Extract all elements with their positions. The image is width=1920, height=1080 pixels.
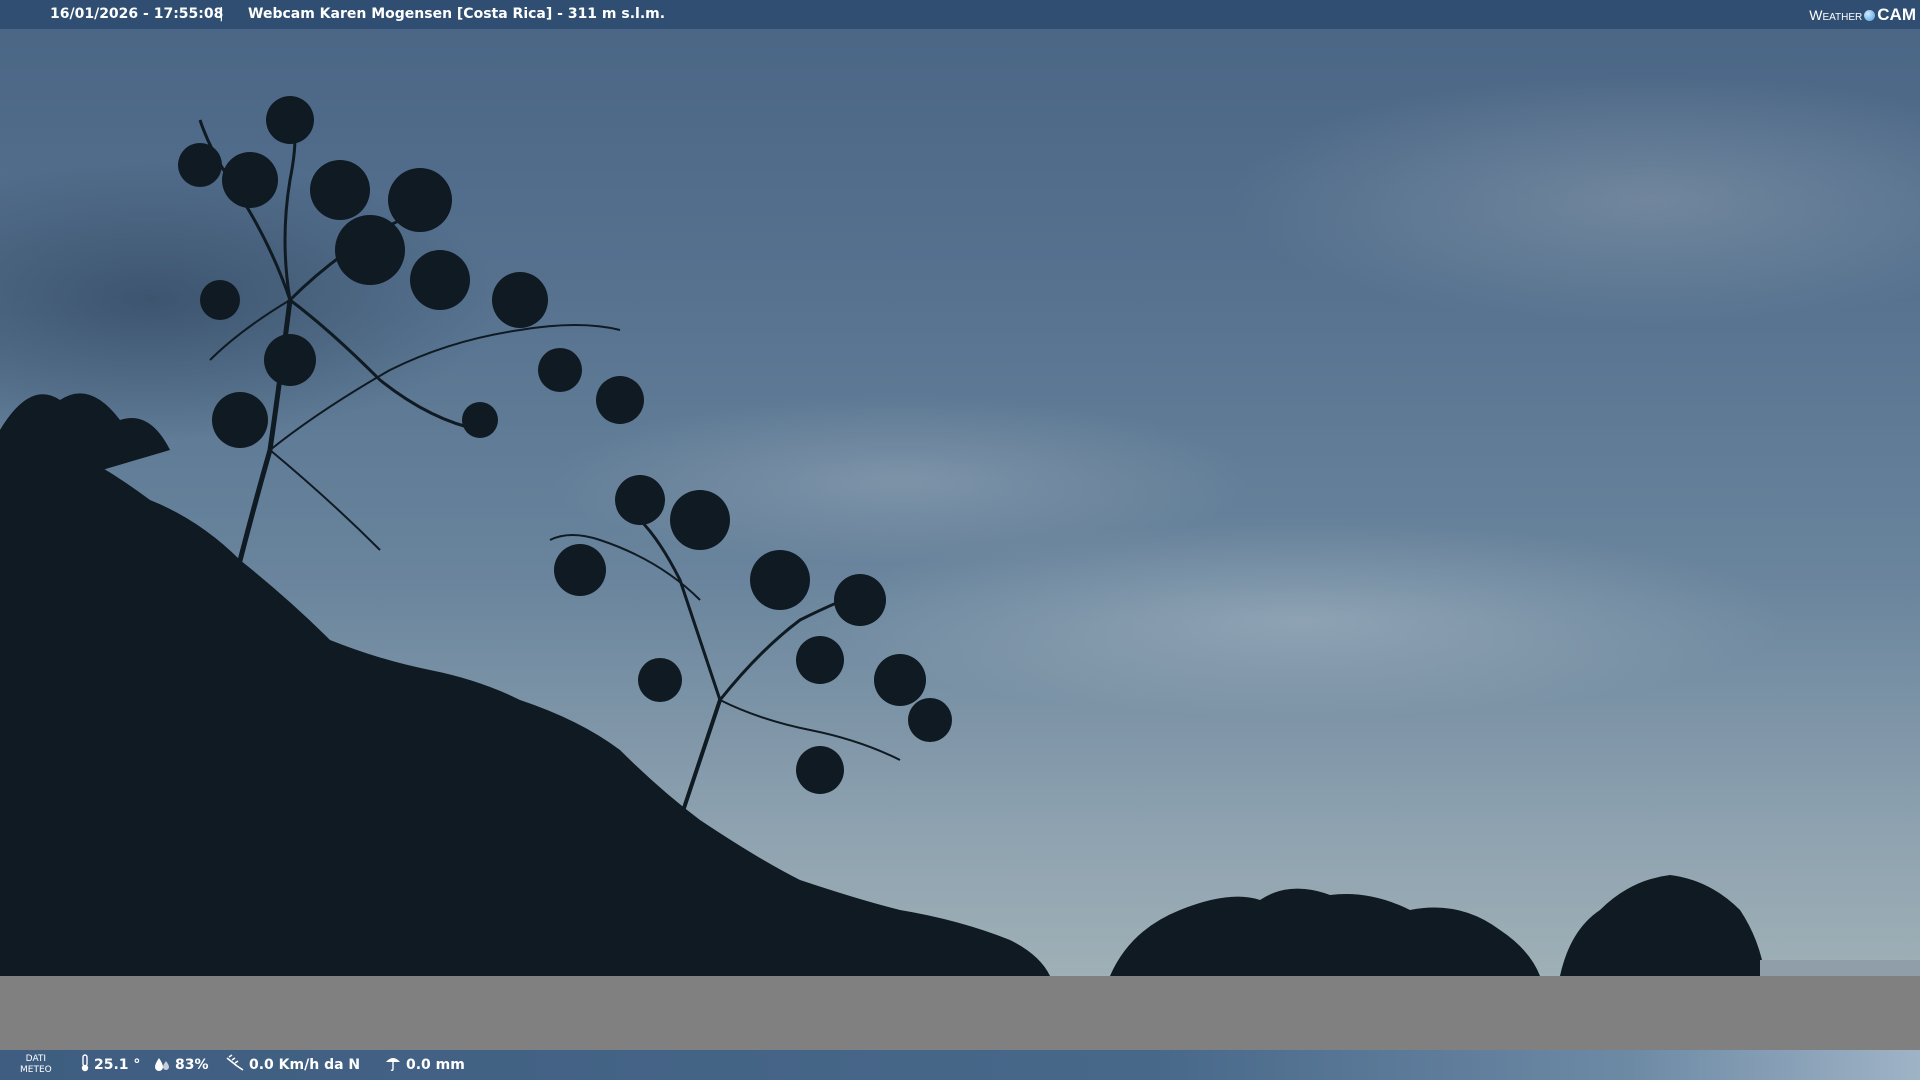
weather-data-bar: DATI METEO 25.1 ° 83% 0.0 Km/h da N 0.0 … bbox=[0, 1050, 1920, 1080]
humidity-value: 83% bbox=[175, 1057, 209, 1073]
humidity-icon bbox=[155, 1058, 169, 1071]
logo-weather-text: Weather bbox=[1809, 7, 1863, 23]
rain-icon bbox=[386, 1058, 400, 1072]
forest-silhouette bbox=[0, 96, 1920, 976]
header-bar: 16/01/2026 - 17:55:08 | Webcam Karen Mog… bbox=[0, 0, 1920, 29]
meteo-label: METEO bbox=[20, 1065, 52, 1075]
webcam-image bbox=[0, 0, 1920, 976]
temperature-value: 25.1 ° bbox=[94, 1057, 141, 1073]
temperature-reading: 25.1 ° bbox=[80, 1050, 140, 1080]
logo-cam-text: CAM bbox=[1877, 5, 1916, 24]
humidity-reading: 83% bbox=[153, 1050, 209, 1080]
dati-meteo-label: DATI METEO bbox=[20, 1054, 52, 1076]
weathercam-logo: Weather CAM bbox=[1809, 0, 1916, 30]
timestamp: 16/01/2026 - 17:55:08 bbox=[50, 6, 224, 22]
wind-value: 0.0 Km/h da N bbox=[249, 1057, 361, 1073]
dati-label: DATI bbox=[25, 1054, 47, 1064]
thermometer-icon bbox=[81, 1054, 89, 1072]
rain-value: 0.0 mm bbox=[406, 1057, 465, 1073]
rain-reading: 0.0 mm bbox=[384, 1050, 465, 1080]
webcam-frame: 16/01/2026 - 17:55:08 | Webcam Karen Mog… bbox=[0, 0, 1920, 1080]
wind-icon bbox=[226, 1054, 244, 1071]
logo-globe-icon bbox=[1864, 10, 1876, 21]
wind-reading: 0.0 Km/h da N bbox=[225, 1050, 360, 1080]
header-separator: | bbox=[219, 6, 224, 22]
webcam-title: Webcam Karen Mogensen [Costa Rica] - 311… bbox=[248, 6, 666, 22]
